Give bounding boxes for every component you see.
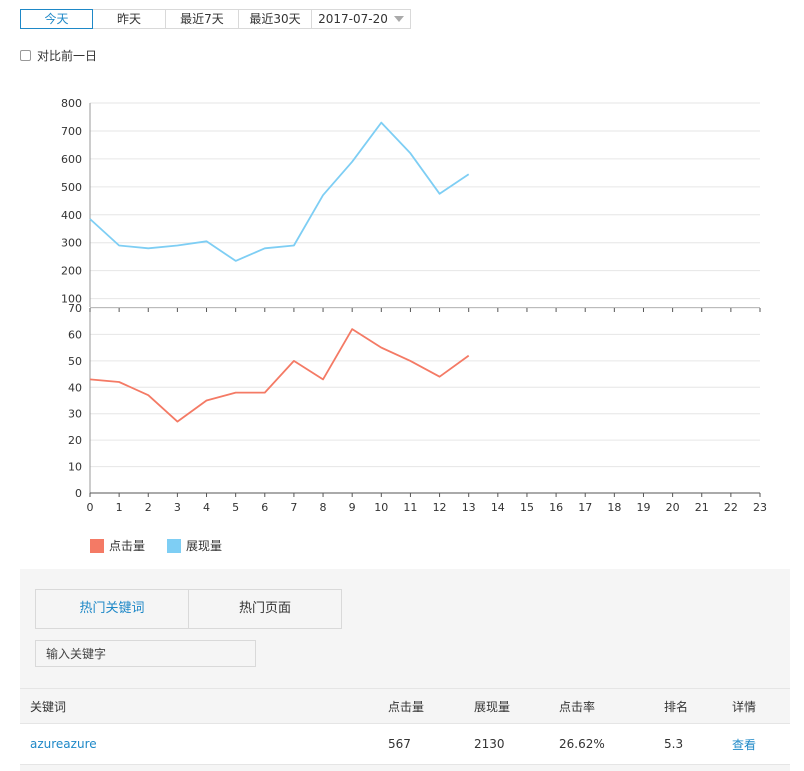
lower-ytick-label-50: 50 [68, 355, 82, 368]
header-rank: 排名 [664, 699, 689, 714]
x-tick-label-11: 11 [403, 501, 417, 514]
legend-item-impressions[interactable]: 展现量 [167, 537, 222, 554]
keyword-search-input[interactable] [35, 640, 256, 667]
x-tick-label-8: 8 [320, 501, 327, 514]
upper-ytick-label-600: 600 [61, 153, 82, 166]
x-tick-label-17: 17 [578, 501, 592, 514]
x-tick-label-7: 7 [290, 501, 297, 514]
lower-ytick-label-30: 30 [68, 408, 82, 421]
upper-series-line-0 [89, 121, 470, 262]
row-rank: 5.3 [664, 737, 684, 751]
row-detail-link[interactable]: 查看 [732, 736, 756, 753]
x-tick-label-20: 20 [666, 501, 680, 514]
row-keyword-link[interactable]: azureazure [30, 737, 97, 751]
tab-hot-keywords[interactable]: 热门关键词 [36, 590, 189, 628]
upper-ytick-label-800: 800 [61, 97, 82, 110]
header-clicks: 点击量 [388, 699, 425, 714]
row-ctr: 26.62% [559, 737, 605, 751]
lower-ytick-label-10: 10 [68, 461, 82, 474]
keywords-panel: 热门关键词 热门页面 关键词 点击量 展现量 点击率 排名 详情 azureaz… [20, 569, 790, 771]
x-tick-label-6: 6 [261, 501, 268, 514]
x-tick-label-0: 0 [87, 501, 94, 514]
x-tick-label-23: 23 [753, 501, 767, 514]
row-impressions: 2130 [474, 737, 505, 751]
x-tick-label-16: 16 [549, 501, 563, 514]
x-tick-label-13: 13 [462, 501, 476, 514]
lower-ytick-label-70: 70 [68, 302, 82, 315]
legend-swatch-clicks [90, 538, 104, 553]
table-row: azureazure 567 2130 26.62% 5.3 查看 [20, 724, 790, 765]
x-tick-label-14: 14 [491, 501, 505, 514]
lower-ytick-label-20: 20 [68, 434, 82, 447]
x-tick-label-21: 21 [695, 501, 709, 514]
lower-ytick-label-0: 0 [75, 487, 82, 500]
header-ctr: 点击率 [559, 699, 596, 714]
chart-legend: 点击量 展现量 [90, 537, 244, 554]
tab-hot-pages[interactable]: 热门页面 [189, 590, 341, 628]
x-tick-label-18: 18 [607, 501, 621, 514]
header-impressions: 展现量 [474, 699, 511, 714]
traffic-line-chart: 1002003004005006007008000102030405060700… [61, 97, 767, 514]
upper-ytick-label-500: 500 [61, 181, 82, 194]
legend-label-clicks: 点击量 [109, 539, 146, 553]
x-tick-label-2: 2 [145, 501, 152, 514]
upper-ytick-label-200: 200 [61, 265, 82, 278]
x-tick-label-22: 22 [724, 501, 738, 514]
keywords-table: 关键词 点击量 展现量 点击率 排名 详情 azureazure 567 213… [20, 688, 790, 765]
x-tick-label-5: 5 [232, 501, 239, 514]
legend-label-impressions: 展现量 [186, 539, 223, 553]
upper-ytick-label-300: 300 [61, 237, 82, 250]
x-tick-label-4: 4 [203, 501, 210, 514]
header-keyword: 关键词 [30, 699, 67, 714]
x-tick-label-3: 3 [174, 501, 181, 514]
row-clicks: 567 [388, 737, 411, 751]
lower-ytick-label-60: 60 [68, 328, 82, 341]
x-tick-label-9: 9 [349, 501, 356, 514]
legend-item-clicks[interactable]: 点击量 [90, 537, 145, 554]
upper-ytick-label-400: 400 [61, 209, 82, 222]
x-tick-label-10: 10 [374, 501, 388, 514]
lower-series-line-0 [89, 328, 470, 423]
lower-ytick-label-40: 40 [68, 381, 82, 394]
upper-ytick-label-700: 700 [61, 125, 82, 138]
panel-tabs: 热门关键词 热门页面 [35, 589, 342, 629]
x-tick-label-15: 15 [520, 501, 534, 514]
x-tick-label-1: 1 [116, 501, 123, 514]
x-tick-label-12: 12 [433, 501, 447, 514]
legend-swatch-impressions [167, 538, 182, 553]
x-tick-label-19: 19 [636, 501, 650, 514]
table-header: 关键词 点击量 展现量 点击率 排名 详情 [20, 688, 790, 724]
header-detail: 详情 [732, 699, 757, 714]
